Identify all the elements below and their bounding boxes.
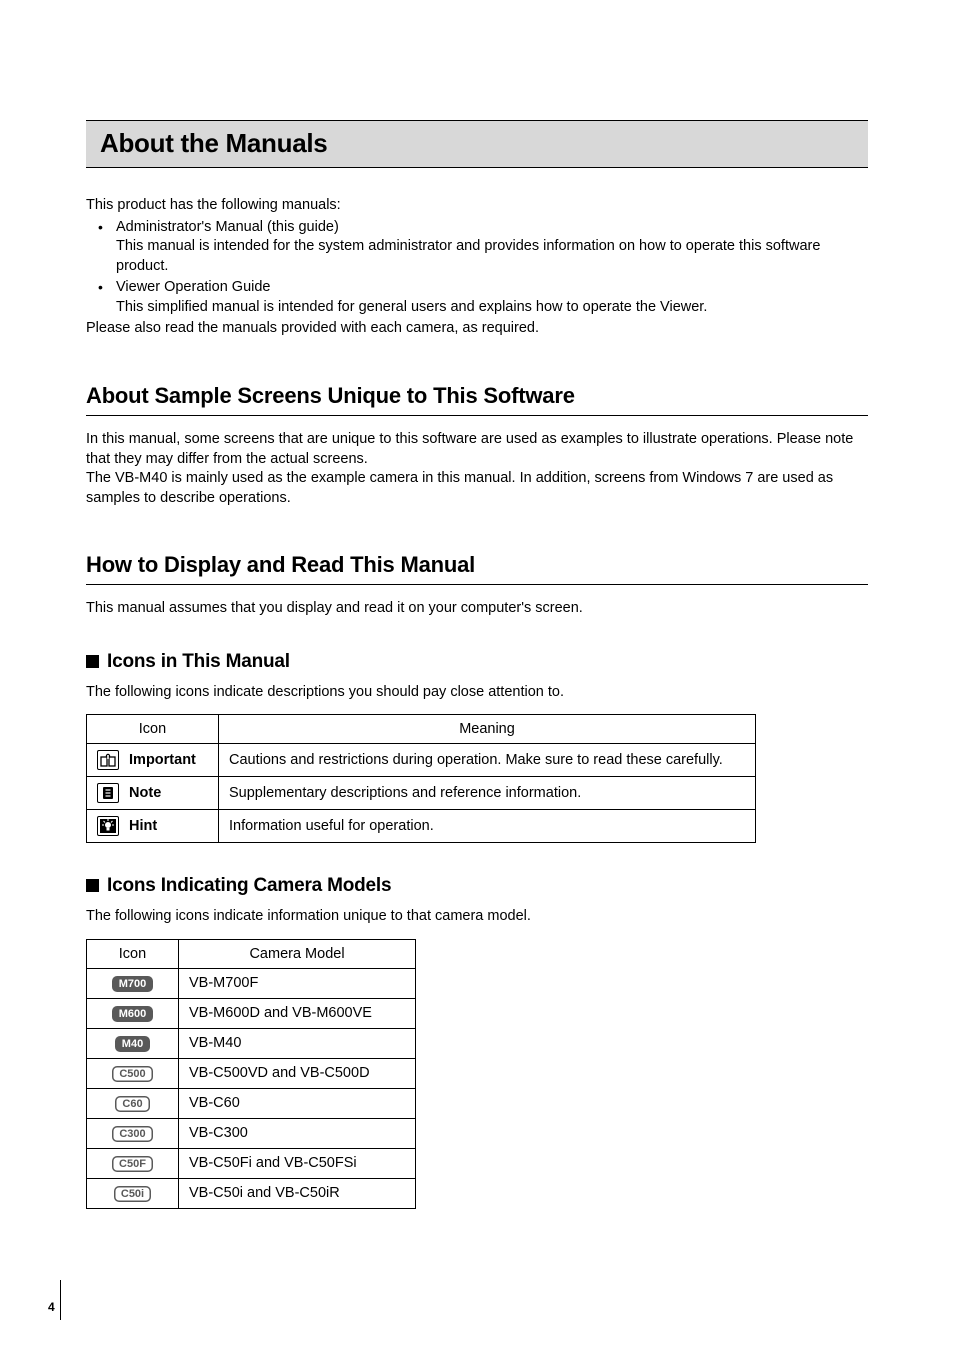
icon-label: Hint [129, 818, 157, 834]
model-pill-c50f: C50F [112, 1156, 153, 1172]
table-row: Note Supplementary descriptions and refe… [87, 777, 756, 810]
icons-lead: The following icons indicate description… [86, 683, 868, 703]
manual-name: Viewer Operation Guide [116, 279, 271, 295]
manual-list: Administrator's Manual (this guide) This… [86, 218, 868, 318]
section-heading-sample-screens: About Sample Screens Unique to This Soft… [86, 383, 868, 416]
table-row: M700 VB-M700F [87, 968, 416, 998]
note-icon [97, 783, 119, 803]
model-name: VB-C300 [179, 1118, 416, 1148]
model-name: VB-C50i and VB-C50iR [179, 1178, 416, 1208]
table-row: C500 VB-C500VD and VB-C500D [87, 1058, 416, 1088]
icon-label: Important [129, 752, 196, 768]
model-name: VB-C500VD and VB-C500D [179, 1058, 416, 1088]
model-pill-m700: M700 [112, 976, 154, 992]
square-bullet-icon [86, 655, 99, 668]
page-title-bar: About the Manuals [86, 120, 868, 168]
hint-icon [97, 816, 119, 836]
manual-name: Administrator's Manual (this guide) [116, 219, 339, 235]
icon-label: Note [129, 785, 161, 801]
section-heading-how-to-read: How to Display and Read This Manual [86, 552, 868, 585]
page-number: 4 [48, 1300, 55, 1314]
list-item: Administrator's Manual (this guide) This… [116, 218, 868, 277]
intro-after: Please also read the manuals provided wi… [86, 319, 868, 339]
table-row: C50F VB-C50Fi and VB-C50FSi [87, 1148, 416, 1178]
model-pill-c500: C500 [112, 1066, 152, 1082]
table-row: M600 VB-M600D and VB-M600VE [87, 998, 416, 1028]
intro-block: This product has the following manuals: … [86, 196, 868, 339]
table-row: C50i VB-C50i and VB-C50iR [87, 1178, 416, 1208]
page-title: About the Manuals [100, 128, 854, 159]
manual-desc: This simplified manual is intended for g… [116, 298, 868, 318]
th-meaning: Meaning [219, 715, 756, 744]
icon-meaning-table: Icon Meaning Important Cautions and rest… [86, 714, 756, 843]
model-name: VB-C60 [179, 1088, 416, 1118]
table-row: M40 VB-M40 [87, 1028, 416, 1058]
subheading-camera-models: Icons Indicating Camera Models [86, 875, 868, 897]
camera-model-table: Icon Camera Model M700 VB-M700F M600 VB-M6… [86, 939, 416, 1209]
model-name: VB-C50Fi and VB-C50FSi [179, 1148, 416, 1178]
table-row: C300 VB-C300 [87, 1118, 416, 1148]
model-name: VB-M40 [179, 1028, 416, 1058]
th-icon: Icon [87, 939, 179, 968]
th-model: Camera Model [179, 939, 416, 968]
list-item: Viewer Operation Guide This simplified m… [116, 278, 868, 317]
table-row: Important Cautions and restrictions duri… [87, 744, 756, 777]
square-bullet-icon [86, 879, 99, 892]
model-pill-c300: C300 [112, 1126, 152, 1142]
page-edge-rule [60, 1280, 61, 1320]
manual-desc: This manual is intended for the system a… [116, 237, 868, 276]
icon-meaning: Cautions and restrictions during operati… [219, 744, 756, 777]
important-icon [97, 750, 119, 770]
section1-p2: The VB-M40 is mainly used as the example… [86, 469, 868, 508]
subheading-icons-in-manual: Icons in This Manual [86, 651, 868, 673]
icon-meaning: Information useful for operation. [219, 810, 756, 843]
section2-p1: This manual assumes that you display and… [86, 599, 868, 619]
model-name: VB-M700F [179, 968, 416, 998]
model-pill-m40: M40 [115, 1036, 150, 1052]
model-pill-c60: C60 [115, 1096, 149, 1112]
icon-meaning: Supplementary descriptions and reference… [219, 777, 756, 810]
table-row: Hint Information useful for operation. [87, 810, 756, 843]
section1-p1: In this manual, some screens that are un… [86, 430, 868, 469]
intro-lead: This product has the following manuals: [86, 196, 868, 216]
model-pill-m600: M600 [112, 1006, 154, 1022]
table-row: C60 VB-C60 [87, 1088, 416, 1118]
th-icon: Icon [87, 715, 219, 744]
model-pill-c50i: C50i [114, 1186, 151, 1202]
models-lead: The following icons indicate information… [86, 907, 868, 927]
model-name: VB-M600D and VB-M600VE [179, 998, 416, 1028]
